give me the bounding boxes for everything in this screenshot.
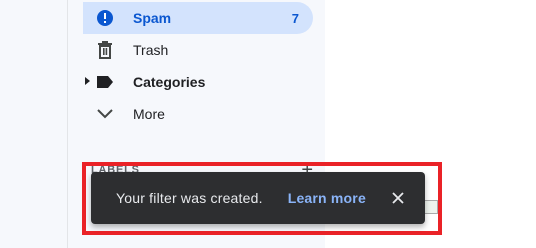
unread-count: 7 [291,10,299,26]
sidebar-item-trash[interactable]: Trash [83,34,313,66]
snackbar: Your filter was created. Learn more [91,172,425,224]
trash-icon [95,40,115,60]
close-icon[interactable] [390,190,406,206]
sidebar-item-spam[interactable]: Spam 7 [83,2,313,34]
chevron-down-icon [95,104,115,124]
label-icon [95,72,115,92]
expand-arrow-icon[interactable] [85,77,90,85]
snackbar-message: Your filter was created. [116,190,263,206]
learn-more-link[interactable]: Learn more [288,190,366,206]
sidebar-item-more[interactable]: More [83,98,313,130]
sidebar-item-categories[interactable]: Categories [83,66,313,98]
spam-icon [95,8,115,28]
sidebar-item-label: Categories [133,74,206,90]
sidebar-item-label: Trash [133,42,169,58]
sidebar-item-label: Spam [133,10,172,26]
left-rail [0,0,68,248]
sidebar-item-label: More [133,106,165,122]
